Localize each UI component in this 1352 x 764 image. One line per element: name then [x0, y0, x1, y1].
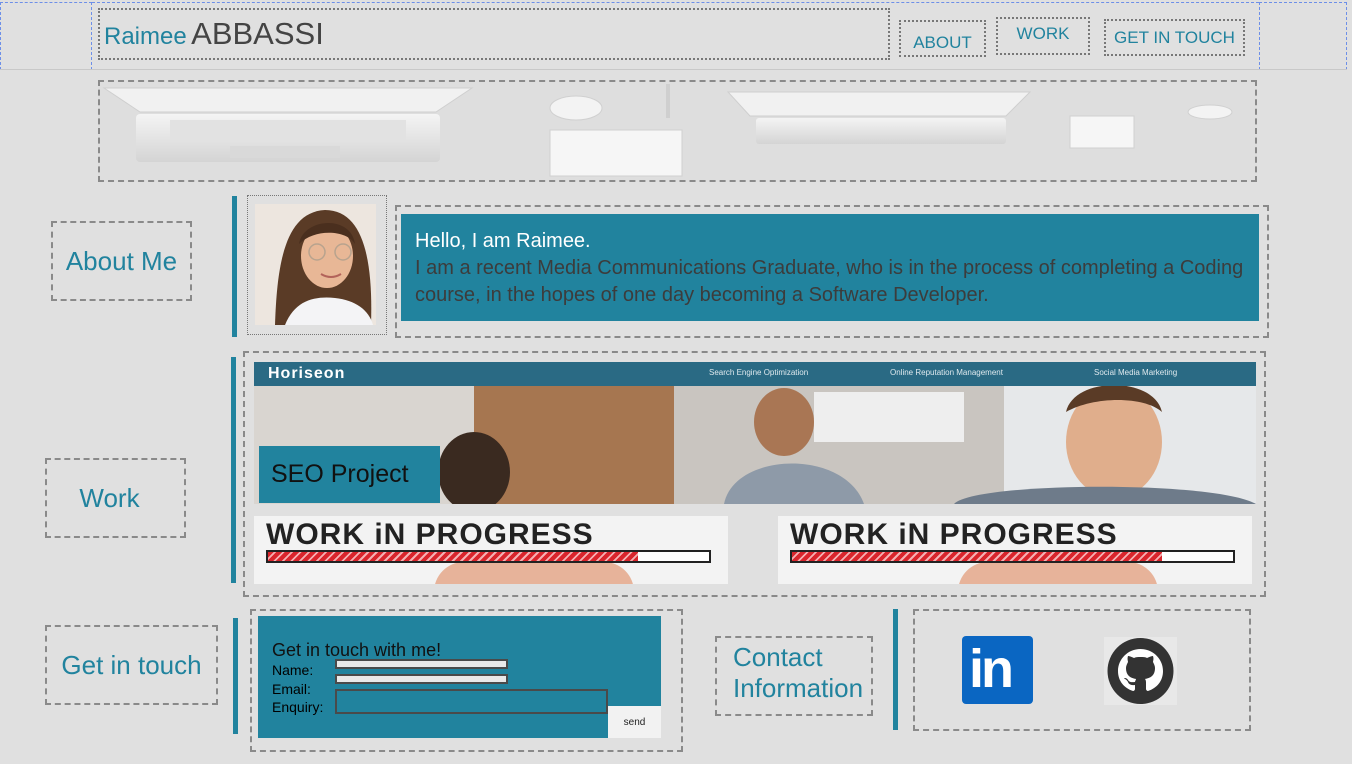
contact-accent-bar: [233, 618, 238, 734]
nav-work[interactable]: WORK: [996, 17, 1090, 55]
about-text-box: Hello, I am Raimee. I am a recent Media …: [401, 214, 1259, 321]
section-label-get-in-touch: Get in touch: [45, 625, 218, 705]
wip-text: WORK iN PROGRESS: [266, 518, 594, 551]
section-label-work: Work: [45, 458, 186, 538]
about-description: I am a recent Media Communications Gradu…: [415, 257, 1244, 306]
header-left-spacer: [0, 2, 92, 70]
name-label: Name:: [272, 662, 314, 678]
linkedin-icon[interactable]: in: [962, 636, 1033, 704]
github-icon[interactable]: [1104, 637, 1177, 705]
hero-desk-image: [102, 84, 1233, 177]
enquiry-field[interactable]: [335, 689, 608, 714]
email-field[interactable]: [335, 674, 508, 684]
seo-site-brand: Horiseon: [268, 365, 346, 382]
seo-site-nav: Horiseon Search Engine Optimization Onli…: [254, 362, 1256, 386]
contact-info-accent-bar: [893, 609, 898, 730]
seo-site-link: Search Engine Optimization: [709, 368, 809, 377]
about-greeting: Hello, I am Raimee.: [415, 230, 591, 252]
nav-get-in-touch[interactable]: GET IN TOUCH: [1104, 19, 1245, 56]
hero-banner: [98, 80, 1257, 182]
header-right-spacer: [1259, 2, 1347, 70]
header-divider: [0, 69, 1347, 70]
work-in-progress-card[interactable]: WORK iN PROGRESS: [254, 516, 728, 584]
contact-information-label: Contact Information: [715, 636, 873, 716]
work-accent-bar: [231, 357, 236, 583]
wip-hand-image: [958, 562, 1158, 584]
about-accent-bar: [232, 196, 237, 337]
send-button[interactable]: send: [608, 706, 661, 738]
wip-text: WORK iN PROGRESS: [790, 518, 1118, 551]
name-field[interactable]: [335, 659, 508, 669]
wip-progress-bar: [266, 550, 711, 563]
site-brand[interactable]: Raimee ABBASSI: [98, 8, 890, 60]
header-top-border: [92, 2, 1259, 3]
linkedin-logo-text: in: [969, 639, 1014, 699]
profile-photo: [255, 204, 376, 325]
section-label-about: About Me: [51, 221, 192, 301]
work-in-progress-card[interactable]: WORK iN PROGRESS: [778, 516, 1252, 584]
seo-project-label[interactable]: SEO Project: [259, 446, 440, 503]
email-label: Email:: [272, 681, 311, 697]
nav-about[interactable]: ABOUT: [899, 20, 986, 57]
enquiry-label: Enquiry:: [272, 699, 324, 715]
brand-first-name: Raimee: [104, 23, 187, 50]
brand-last-name: ABBASSI: [191, 16, 324, 51]
seo-site-link: Social Media Marketing: [1094, 368, 1178, 377]
seo-site-link: Online Reputation Management: [890, 368, 1003, 377]
form-title: Get in touch with me!: [272, 640, 442, 660]
wip-hand-image: [434, 562, 634, 584]
wip-progress-bar: [790, 550, 1235, 563]
